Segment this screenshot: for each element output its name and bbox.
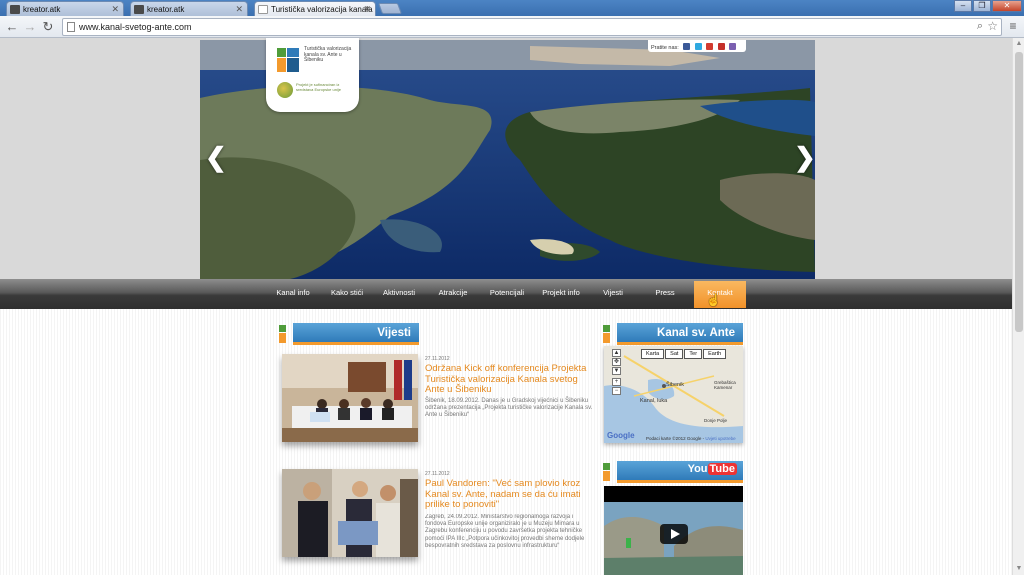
pan-down-icon[interactable]: ▼ <box>612 367 621 375</box>
nav-item-kako-stici[interactable]: Kako stići <box>324 279 370 309</box>
map-label: Grebaštica Kamenar <box>714 380 736 390</box>
social-bar: Pratite nas: <box>648 40 746 52</box>
address-bar[interactable]: ⌕ ☆ <box>62 18 1002 36</box>
nav-item-projekt-info[interactable]: Projekt info <box>536 279 586 309</box>
project-logo-icon <box>277 48 299 72</box>
news-excerpt: Šibenik, 18.09.2012. Danas je u Gradskoj… <box>425 398 593 419</box>
news-date: 27.11.2012 <box>425 356 450 362</box>
partner-logo-icon <box>277 82 293 98</box>
terms-link[interactable]: Uvjeti upotrebe <box>705 436 735 441</box>
map-tab-ter[interactable]: Ter <box>684 349 703 359</box>
nav-item-atrakcije[interactable]: Atrakcije <box>430 279 476 309</box>
star-icon[interactable]: ☆ <box>987 19 998 33</box>
close-icon[interactable]: ✕ <box>111 4 119 15</box>
map-tab-karta[interactable]: Karta <box>641 349 665 359</box>
map-label: Kanal, luka <box>640 398 668 404</box>
browser-tab-bar: kreator.atk ✕ kreator.atk ✕ Turistička v… <box>0 0 1024 16</box>
pan-center-icon[interactable]: ✥ <box>612 358 621 366</box>
section-title: Vijesti <box>293 323 419 345</box>
chevron-right-icon[interactable]: ❯ <box>794 142 816 173</box>
map-type-tabs: Karta Sat Ter Earth <box>641 349 727 359</box>
vijesti-header: Vijesti <box>279 323 419 345</box>
news-photo-vandoren <box>282 469 418 557</box>
browser-toolbar: ← → ↻ ⌕ ☆ ≡ <box>0 16 1024 38</box>
news-date: 27.11.2012 <box>425 471 450 477</box>
site-favicon-icon <box>10 5 20 14</box>
map-tab-earth[interactable]: Earth <box>703 349 727 359</box>
social-label: Pratite nas: <box>651 45 679 51</box>
site-favicon-icon <box>134 5 144 14</box>
browser-tab-2[interactable]: kreator.atk ✕ <box>130 1 248 16</box>
new-tab-button[interactable] <box>377 3 403 14</box>
news-image-1[interactable] <box>282 354 418 442</box>
window-controls: – ❐ ✕ <box>953 0 1022 12</box>
news-title-link[interactable]: Paul Vandoren: "Već sam plovio kroz Kana… <box>425 478 595 511</box>
youtube-bar: You Tube <box>617 461 743 483</box>
project-logo-card[interactable]: Turistička valorizacija kanala sv. Ante … <box>266 38 359 112</box>
news-photo-conference <box>282 354 418 442</box>
youtube-header: You Tube <box>603 461 743 483</box>
nav-item-aktivnosti[interactable]: Aktivnosti <box>376 279 422 309</box>
map-tab-sat[interactable]: Sat <box>665 349 684 359</box>
google-plus-icon[interactable] <box>706 43 714 50</box>
menu-icon[interactable]: ≡ <box>1006 19 1020 33</box>
play-icon[interactable] <box>660 524 688 544</box>
nav-item-potencijali[interactable]: Potencijali <box>482 279 532 309</box>
nav-item-press[interactable]: Press <box>644 279 686 309</box>
news-title-link[interactable]: Održana Kick off konferencija Projekta T… <box>425 363 595 396</box>
scroll-down-icon[interactable]: ▼ <box>1013 563 1024 575</box>
twitter-icon[interactable] <box>694 43 702 50</box>
zoom-in-icon[interactable]: + <box>612 378 621 386</box>
section-title: Kanal sv. Ante <box>617 323 743 345</box>
map-attribution-text: Podaci karte ©2012 Google - <box>646 436 705 441</box>
youtube-logo: You Tube <box>688 463 737 475</box>
facebook-icon[interactable] <box>683 43 691 50</box>
page-viewport: Turistička valorizacija kanala sv. Ante … <box>0 38 1012 575</box>
nav-item-vijesti[interactable]: Vijesti <box>592 279 634 309</box>
minimize-icon[interactable]: – <box>954 0 972 12</box>
close-icon[interactable]: ✕ <box>363 4 371 15</box>
news-excerpt: Zagreb, 24.09.2012. Ministarstvo regiona… <box>425 514 585 549</box>
map-label: Šibenik <box>666 382 685 388</box>
kanal-header: Kanal sv. Ante <box>603 323 743 345</box>
map-terrain <box>604 346 743 443</box>
hand-cursor-icon: ☝ <box>706 293 721 307</box>
nav-item-kanal-info[interactable]: Kanal info <box>270 279 316 309</box>
reload-icon[interactable]: ↻ <box>40 19 56 35</box>
map-attribution: Podaci karte ©2012 Google - Uvjeti upotr… <box>646 436 736 441</box>
main-navigation: Kanal info Kako stići Aktivnosti Atrakci… <box>0 279 1012 309</box>
logo-text: Turistička valorizacija kanala sv. Ante … <box>304 46 352 64</box>
partner-text: Projekt je sufinanciran iz sredstava Eur… <box>296 82 341 92</box>
browser-tab-3[interactable]: Turistička valorizacija kanala ✕ <box>254 1 376 16</box>
close-icon[interactable]: ✕ <box>235 4 243 15</box>
restore-icon[interactable]: ❐ <box>973 0 991 12</box>
page-icon <box>67 22 75 32</box>
page-favicon-icon <box>258 5 268 14</box>
tab-title: kreator.atk <box>147 5 185 14</box>
url-input[interactable] <box>79 20 959 34</box>
search-icon[interactable]: ⌕ <box>977 20 983 33</box>
flickr-icon[interactable] <box>729 43 737 50</box>
scroll-up-icon[interactable]: ▲ <box>1013 38 1024 50</box>
news-image-2[interactable] <box>282 469 418 557</box>
map-label: Donje Polje <box>704 418 728 423</box>
back-arrow-icon[interactable]: ← <box>4 19 20 35</box>
browser-tab-1[interactable]: kreator.atk ✕ <box>6 1 124 16</box>
tab-title: kreator.atk <box>23 5 61 14</box>
scrollbar-thumb[interactable] <box>1015 52 1023 332</box>
chevron-left-icon[interactable]: ❮ <box>205 142 227 173</box>
page-scrollbar[interactable]: ▲ ▼ <box>1012 38 1024 575</box>
youtube-logo-tube: Tube <box>707 463 737 475</box>
pan-up-icon[interactable]: ▲ <box>612 349 621 357</box>
youtube-icon[interactable] <box>717 43 725 50</box>
tab-title: Turistička valorizacija kanala <box>271 5 373 14</box>
youtube-logo-you: You <box>687 463 708 475</box>
google-logo: Google <box>607 431 635 440</box>
forward-arrow-icon[interactable]: → <box>22 19 38 35</box>
google-map[interactable]: Karta Sat Ter Earth ▲ ✥ ▼ + − Šibenik Ka… <box>604 346 743 443</box>
window-close-icon[interactable]: ✕ <box>992 0 1022 12</box>
zoom-out-icon[interactable]: − <box>612 387 621 395</box>
youtube-video[interactable] <box>604 486 743 575</box>
